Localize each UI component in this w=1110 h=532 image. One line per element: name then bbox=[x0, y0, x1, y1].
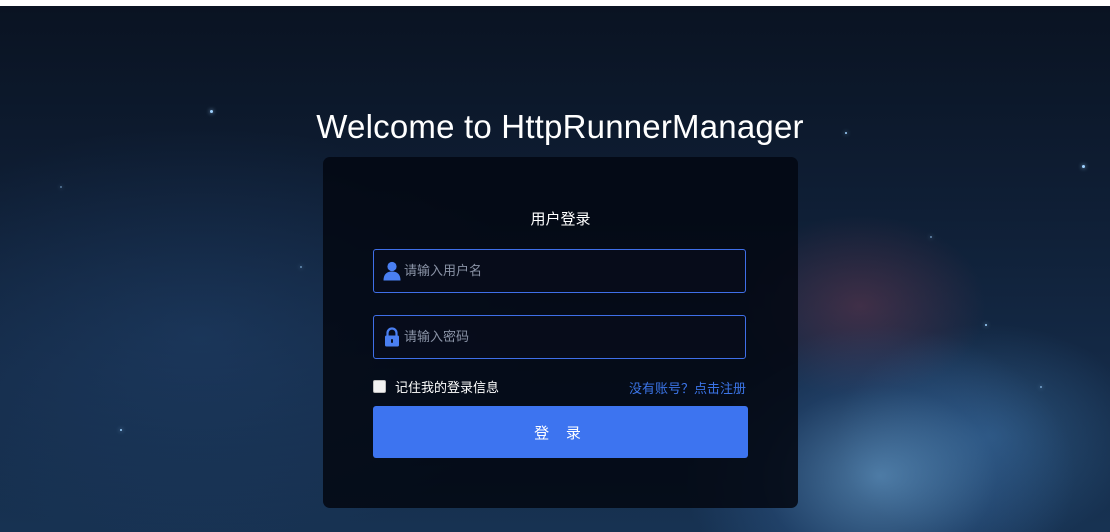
login-button[interactable]: 登 录 bbox=[373, 406, 748, 458]
remember-me-checkbox[interactable] bbox=[373, 379, 386, 393]
lock-icon bbox=[383, 327, 401, 347]
password-field[interactable] bbox=[373, 315, 746, 359]
star bbox=[120, 429, 122, 431]
star bbox=[60, 186, 62, 188]
remember-me[interactable]: 记住我的登录信息 bbox=[373, 378, 500, 396]
password-input[interactable] bbox=[404, 316, 734, 358]
login-heading: 用户登录 bbox=[530, 210, 591, 228]
username-field[interactable] bbox=[373, 249, 746, 293]
star bbox=[300, 266, 302, 268]
username-input[interactable] bbox=[404, 250, 734, 292]
page-title: Welcome to HttpRunnerManager bbox=[316, 108, 804, 145]
star bbox=[985, 324, 987, 326]
star bbox=[1082, 165, 1085, 168]
login-card: 用户登录 记住我的登录信息 没有账号？点击注册 登 录 bbox=[323, 157, 798, 508]
register-link[interactable]: 没有账号？点击注册 bbox=[629, 378, 746, 397]
star bbox=[930, 236, 932, 238]
star bbox=[1040, 386, 1042, 388]
remember-me-label: 记住我的登录信息 bbox=[395, 380, 500, 396]
user-icon bbox=[383, 261, 401, 281]
